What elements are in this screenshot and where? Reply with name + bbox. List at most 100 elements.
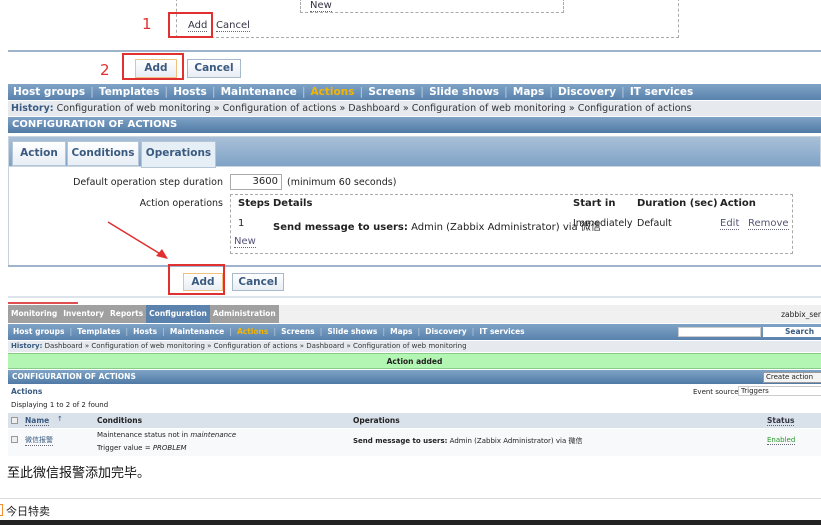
main-menu-items: Monitoring Inventory Reports Configuration A… <box>8 305 279 323</box>
operations-box <box>300 0 564 13</box>
cancel-link[interactable]: Cancel <box>216 20 250 32</box>
operation-detail: Admin (Zabbix Administrator) via 微信 <box>447 437 583 445</box>
nav-item-screens[interactable]: Screens <box>281 327 315 336</box>
nav-separator: | <box>359 86 364 98</box>
row-checkbox[interactable] <box>11 436 18 443</box>
footer-link[interactable]: 今日特卖 <box>6 503 50 519</box>
nav-separator: | <box>319 327 323 336</box>
col-duration: Duration (sec) <box>637 198 718 209</box>
nav-item-discovery[interactable]: Discovery <box>425 327 466 336</box>
tab-action[interactable]: Action <box>12 141 66 166</box>
event-source-select[interactable]: Triggers <box>738 386 821 396</box>
nav-item-maintenance[interactable]: Maintenance <box>170 327 224 336</box>
nav-item-actions[interactable]: Actions <box>311 86 355 98</box>
col-start-in: Start in <box>573 198 616 209</box>
menu-reports[interactable]: Reports <box>107 305 147 323</box>
new-link[interactable]: New <box>310 0 332 12</box>
nav-separator: | <box>417 327 421 336</box>
step-duration-label: Default operation step duration <box>73 177 223 188</box>
add-button[interactable]: Add <box>135 59 177 78</box>
divider <box>0 498 821 499</box>
nav-item-maps[interactable]: Maps <box>513 86 544 98</box>
remove-link[interactable]: Remove <box>748 218 789 230</box>
col-action: Action <box>720 198 756 209</box>
search-input[interactable] <box>678 327 761 337</box>
sub-nav: Host groups | Templates | Hosts | Maintenance |… <box>8 84 821 100</box>
history-label: History: <box>11 103 54 114</box>
edit-link[interactable]: Edit <box>720 218 740 230</box>
annotation-2: 2 <box>100 61 110 79</box>
annotation-1: 1 <box>142 15 152 33</box>
page-header: CONFIGURATION OF ACTIONS <box>8 117 821 133</box>
red-underline <box>8 302 78 304</box>
cancel-button[interactable]: Cancel <box>187 59 241 78</box>
condition-value: maintenance <box>190 431 237 439</box>
nav-item-it-services[interactable]: IT services <box>479 327 524 336</box>
nav-separator: | <box>211 86 216 98</box>
nav-item-templates[interactable]: Templates <box>77 327 120 336</box>
row-step: 1 <box>238 218 245 229</box>
step-duration-input[interactable]: 3600 <box>230 174 282 190</box>
tab-operations[interactable]: Operations <box>141 141 216 168</box>
details-label: Send message to users: <box>273 222 408 233</box>
nav-separator: | <box>162 327 165 336</box>
select-all-checkbox[interactable] <box>11 417 18 424</box>
search-button[interactable]: Search <box>763 327 821 337</box>
nav-separator: | <box>504 86 508 98</box>
nav-item-discovery[interactable]: Discovery <box>558 86 616 98</box>
nav-item-host-groups[interactable]: Host groups <box>13 86 85 98</box>
row-start: Immediately <box>573 218 633 229</box>
nav-item-slide-shows[interactable]: Slide shows <box>429 86 499 98</box>
menu-monitoring[interactable]: Monitoring <box>8 305 61 323</box>
divider <box>8 296 821 298</box>
condition-1: Maintenance status not in maintenance <box>97 431 236 439</box>
actions-title: Actions <box>11 387 43 396</box>
menu-inventory[interactable]: Inventory <box>60 305 108 323</box>
col-status[interactable]: Status <box>767 416 795 426</box>
nav-item-host-groups[interactable]: Host groups <box>13 327 64 336</box>
nav-separator: | <box>273 327 277 336</box>
nav-item-hosts[interactable]: Hosts <box>173 86 207 98</box>
displaying-count: Displaying 1 to 2 of 2 found <box>11 401 109 409</box>
history-items[interactable]: Configuration of web monitoring » Config… <box>57 103 692 114</box>
nav-separator: | <box>229 327 232 336</box>
col-name[interactable]: Name <box>25 416 50 426</box>
nav-item-actions[interactable]: Actions <box>237 327 268 336</box>
divider <box>8 50 821 52</box>
menu-configuration[interactable]: Configuration <box>146 305 210 323</box>
nav-item-it-services[interactable]: IT services <box>630 86 693 98</box>
condition-text: Maintenance status not in <box>97 431 191 439</box>
status-enabled-link[interactable]: Enabled <box>767 436 796 445</box>
tab-conditions[interactable]: Conditions <box>67 141 139 166</box>
add-button[interactable]: Add <box>183 273 223 291</box>
nav-separator: | <box>301 86 306 98</box>
nav-item-screens[interactable]: Screens <box>368 86 415 98</box>
nav-item-hosts[interactable]: Hosts <box>133 327 157 336</box>
details-text: Admin (Zabbix Administrator) via 微信 <box>407 222 601 233</box>
gift-icon <box>0 504 3 516</box>
nav-separator: | <box>164 86 169 98</box>
nav-item-slide-shows[interactable]: Slide shows <box>327 327 377 336</box>
nav-separator: | <box>549 86 554 98</box>
menu-administration[interactable]: Administration <box>209 305 279 323</box>
nav-item-maps[interactable]: Maps <box>390 327 412 336</box>
history-breadcrumb: History: Dashboard » Configuration of we… <box>8 341 821 352</box>
caption: 至此微信报警添加完毕。 <box>7 466 151 481</box>
nav-item-maintenance[interactable]: Maintenance <box>221 86 297 98</box>
add-link[interactable]: Add <box>188 20 208 32</box>
nav-item-templates[interactable]: Templates <box>99 86 159 98</box>
nav-separator: | <box>382 327 386 336</box>
create-action-button[interactable]: Create action <box>763 372 821 383</box>
col-steps: Steps <box>238 198 270 209</box>
action-name-link[interactable]: 微信报警 <box>25 435 53 446</box>
page-header: CONFIGURATION OF ACTIONS <box>8 370 821 384</box>
history-items[interactable]: Dashboard » Configuration of web monitor… <box>45 342 467 350</box>
cancel-button[interactable]: Cancel <box>232 273 284 291</box>
col-details: Details <box>273 198 313 209</box>
col-operations: Operations <box>353 416 400 425</box>
divider <box>8 265 821 267</box>
new-operation-link[interactable]: New <box>234 236 256 248</box>
step-duration-hint: (minimum 60 seconds) <box>287 177 397 188</box>
operation-label: Send message to users: <box>353 437 448 445</box>
event-source-label: Event source <box>693 388 739 396</box>
